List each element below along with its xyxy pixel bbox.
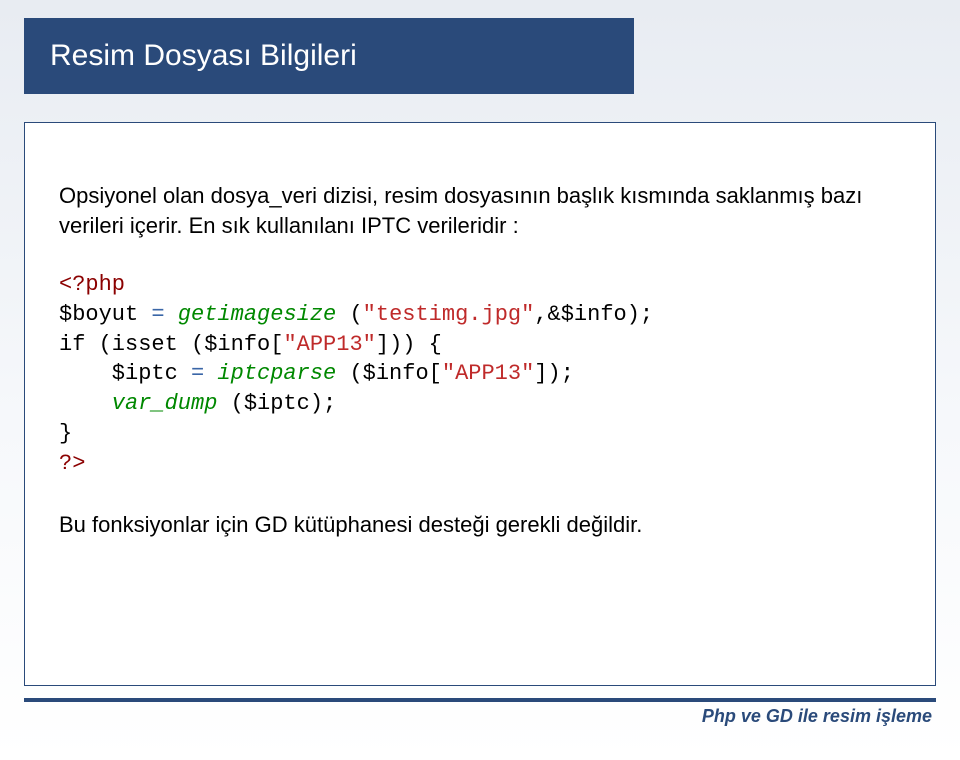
code-brace: } <box>59 421 72 446</box>
code-string: "APP13" <box>283 332 375 357</box>
code-text: ( <box>349 302 362 327</box>
php-open-tag: <?php <box>59 272 125 297</box>
footer-rule <box>24 698 936 702</box>
code-text: ]); <box>534 361 574 386</box>
slide-title: Resim Dosyası Bilgileri <box>50 39 357 73</box>
footer-text: Php ve GD ile resim işleme <box>702 706 932 727</box>
content-box: Opsiyonel olan dosya_veri dizisi, resim … <box>24 122 936 686</box>
code-text: (isset ($info[ <box>99 332 284 357</box>
outro-paragraph: Bu fonksiyonlar için GD kütüphanesi dest… <box>59 510 901 540</box>
code-fn: var_dump <box>112 391 231 416</box>
slide: Resim Dosyası Bilgileri Opsiyonel olan d… <box>0 0 960 760</box>
code-string: "testimg.jpg" <box>363 302 535 327</box>
footer: Php ve GD ile resim işleme <box>24 698 936 734</box>
php-close-tag: ?> <box>59 451 85 476</box>
title-bar: Resim Dosyası Bilgileri <box>24 18 634 94</box>
code-var: $iptc <box>112 361 191 386</box>
code-if: if <box>59 332 99 357</box>
code-op: = <box>151 302 177 327</box>
code-block: <?php $boyut = getimagesize ("testimg.jp… <box>59 270 901 478</box>
code-var: $boyut <box>59 302 151 327</box>
intro-paragraph: Opsiyonel olan dosya_veri dizisi, resim … <box>59 181 901 240</box>
code-string: "APP13" <box>442 361 534 386</box>
code-op: = <box>191 361 217 386</box>
code-text: ($info[ <box>349 361 441 386</box>
code-text: ,&$info); <box>534 302 653 327</box>
code-text: ])) { <box>376 332 442 357</box>
code-fn: getimagesize <box>178 302 350 327</box>
code-fn: iptcparse <box>217 361 349 386</box>
code-text: ($iptc); <box>231 391 337 416</box>
